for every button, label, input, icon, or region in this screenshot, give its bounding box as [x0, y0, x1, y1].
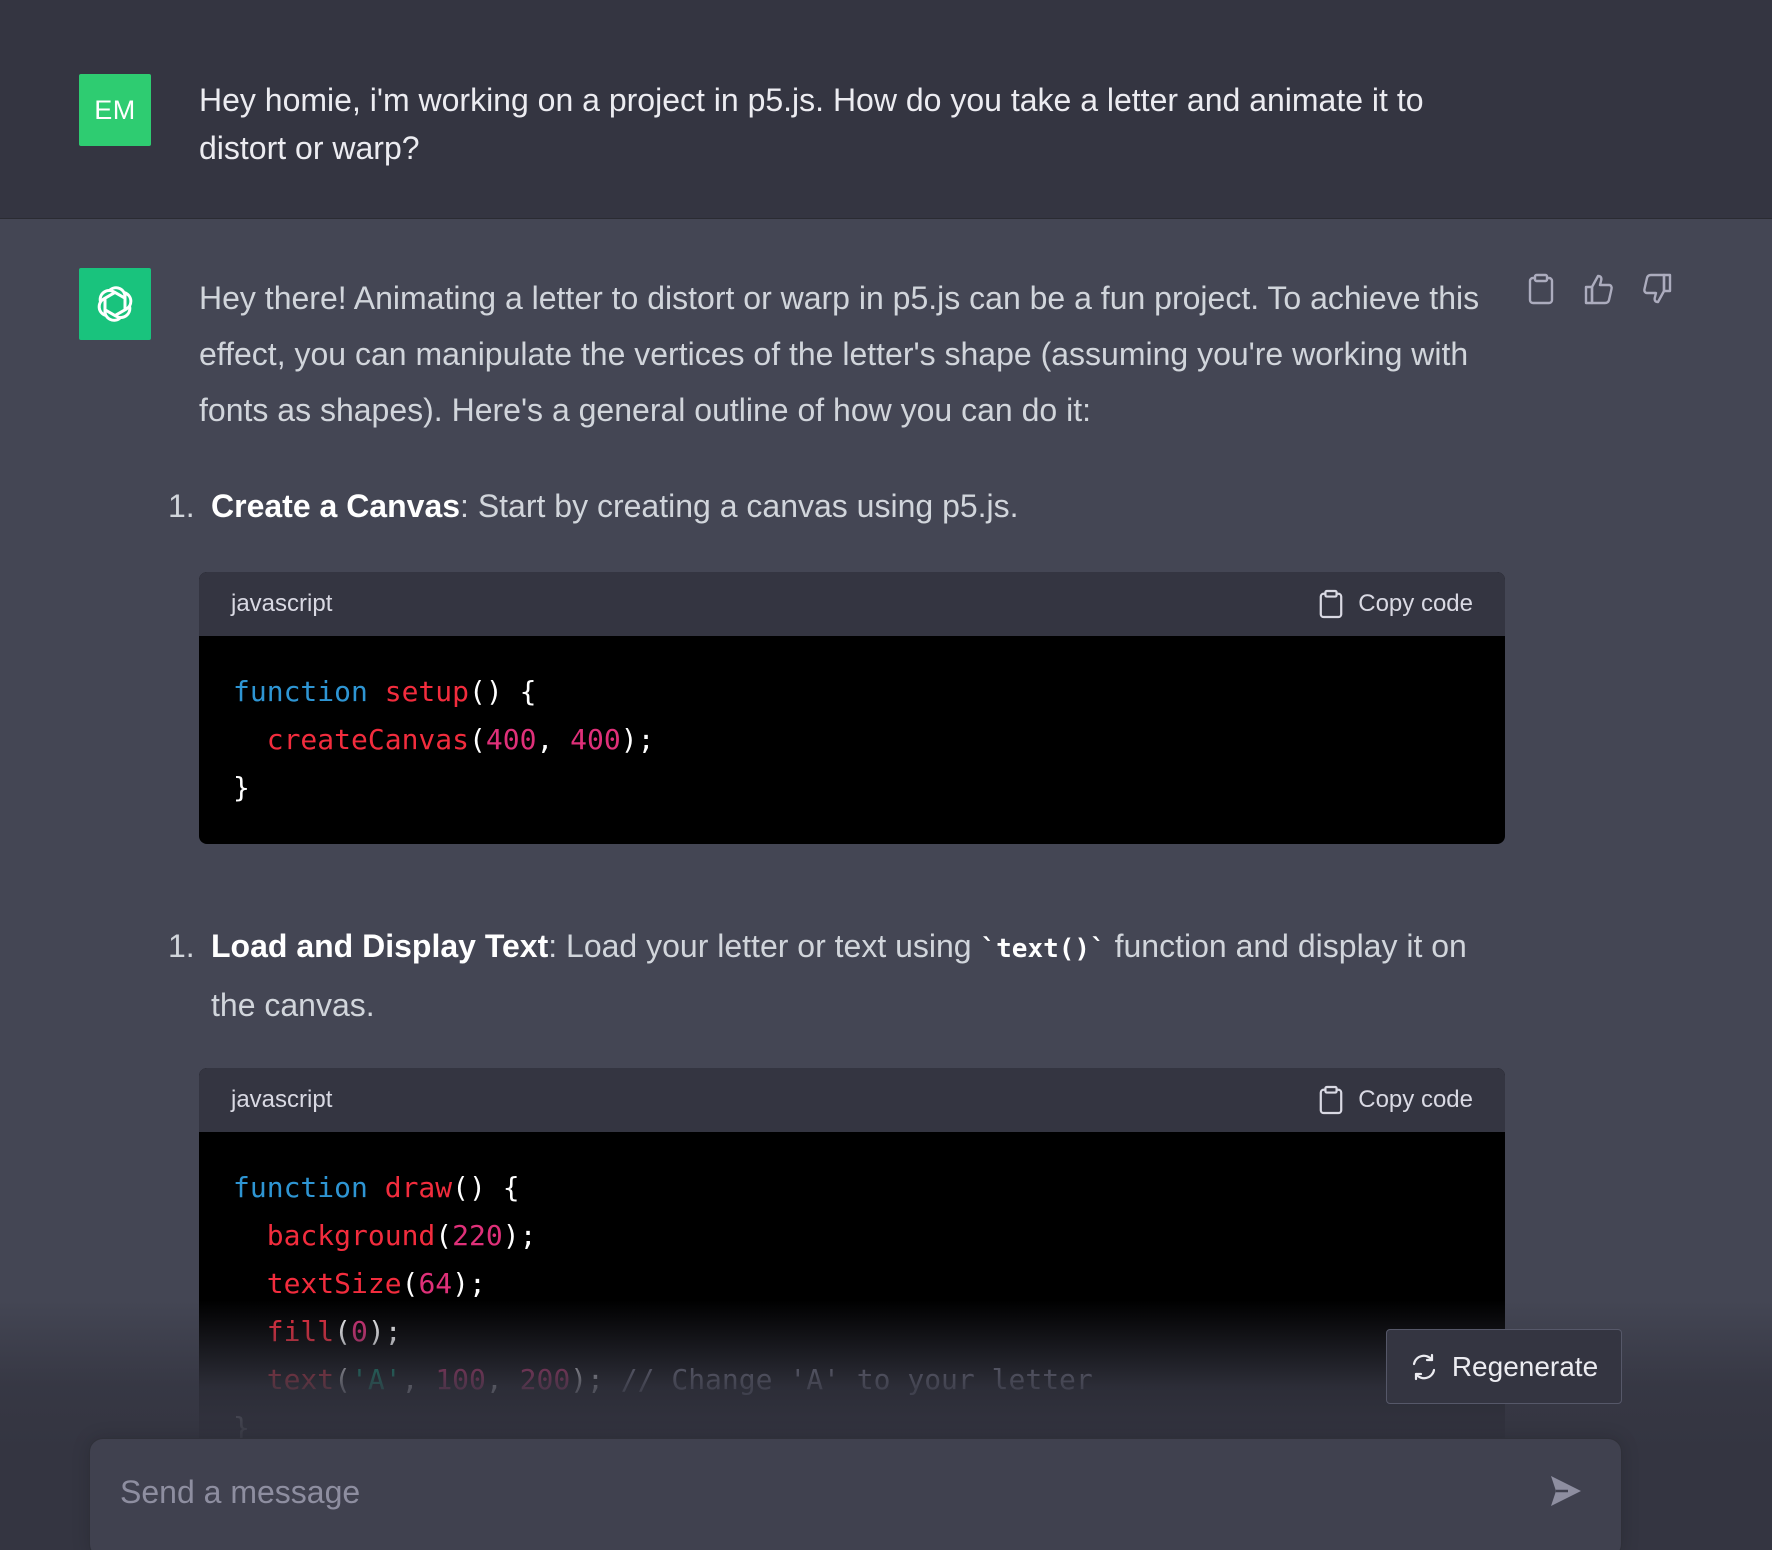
step-title: Load and Display Text: [211, 928, 549, 964]
message-actions: [1525, 272, 1673, 306]
code-block-setup: javascript Copy code function setup() { …: [199, 572, 1505, 844]
copy-message-button[interactable]: [1525, 272, 1557, 306]
assistant-intro-text: Hey there! Animating a letter to distort…: [199, 280, 1480, 428]
code-content: function setup() { createCanvas(400, 400…: [233, 675, 655, 804]
inline-code: `text()`: [980, 934, 1106, 964]
step-number: 1.: [168, 488, 195, 524]
code-language-label: javascript: [231, 590, 333, 617]
code-block-header: javascript Copy code: [199, 1068, 1505, 1132]
step-create-canvas: 1. Create a Canvas: Start by creating a …: [168, 478, 1508, 534]
step-text: : Load your letter or text using: [548, 928, 981, 964]
copy-code-label: Copy code: [1358, 590, 1473, 617]
send-button[interactable]: [1544, 1469, 1588, 1513]
copy-code-button[interactable]: Copy code: [1318, 1085, 1473, 1115]
user-message-text: Hey homie, i'm working on a project in p…: [199, 82, 1424, 166]
code-block-header: javascript Copy code: [199, 572, 1505, 636]
regenerate-button[interactable]: Regenerate: [1386, 1329, 1622, 1404]
thumbs-down-icon: [1643, 273, 1672, 304]
code-content: function draw() { background(220); textS…: [233, 1171, 1093, 1444]
paper-plane-icon: [1551, 1476, 1581, 1506]
user-avatar: EM: [79, 74, 151, 146]
step-number: 1.: [168, 928, 195, 964]
step-text: : Start by creating a canvas using p5.js…: [460, 488, 1019, 524]
step-title: Create a Canvas: [211, 488, 461, 524]
thumbs-down-button[interactable]: [1641, 272, 1673, 306]
clipboard-icon: [1319, 589, 1343, 619]
copy-code-label: Copy code: [1358, 1086, 1473, 1113]
clipboard-icon: [1319, 1085, 1343, 1115]
code-block-draw: javascript Copy code function draw() { b…: [199, 1068, 1505, 1488]
step-load-display-text: 1. Load and Display Text: Load your lett…: [168, 918, 1508, 1033]
regenerate-label: Regenerate: [1451, 1350, 1599, 1382]
thumbs-up-button[interactable]: [1583, 272, 1615, 306]
copy-code-button[interactable]: Copy code: [1318, 589, 1473, 619]
message-input[interactable]: [120, 1467, 1500, 1517]
thumbs-up-icon: [1584, 274, 1613, 305]
refresh-icon: [1412, 1353, 1435, 1380]
openai-logo-icon: [97, 286, 133, 322]
assistant-avatar: [79, 268, 151, 340]
message-composer: [89, 1438, 1622, 1550]
clipboard-icon: [1528, 273, 1554, 305]
code-language-label: javascript: [231, 1086, 333, 1113]
user-message-row: EM Hey homie, i'm working on a project i…: [0, 0, 1772, 219]
